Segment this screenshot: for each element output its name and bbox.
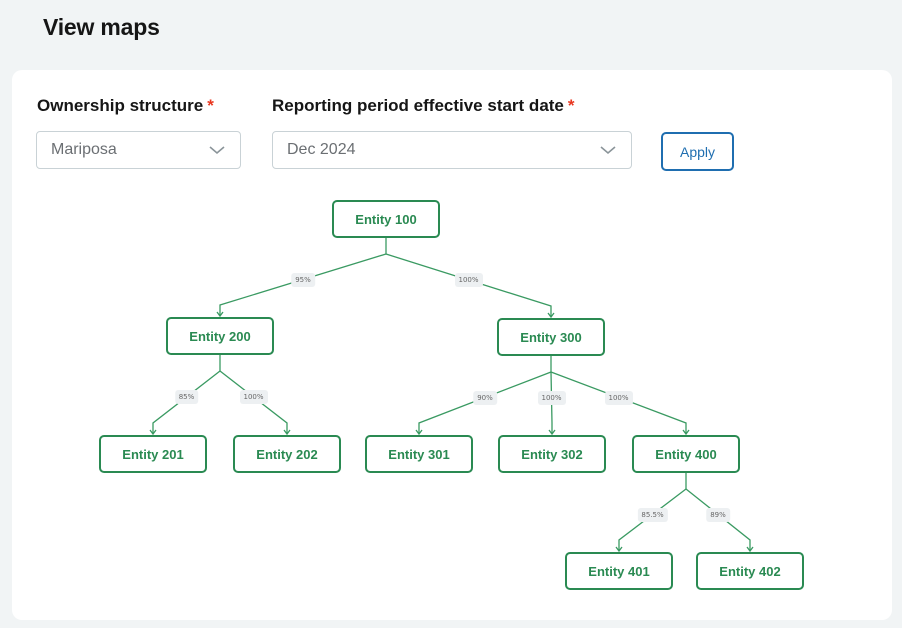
ownership-percentage-label: 100% [454, 273, 483, 287]
apply-button[interactable]: Apply [661, 132, 734, 171]
ownership-percentage-label: 85.5% [637, 507, 668, 522]
ownership-percentage-label: 85% [174, 390, 199, 404]
reporting-period-select[interactable]: Dec 2024 [272, 131, 632, 169]
ownership-percentage-label: 100% [537, 390, 566, 405]
reporting-period-label-text: Reporting period effective start date [272, 96, 564, 115]
entity-node-201[interactable]: Entity 201 [99, 435, 207, 473]
required-asterisk: * [207, 96, 214, 115]
ownership-structure-select[interactable]: Mariposa [36, 131, 241, 169]
entity-node-302[interactable]: Entity 302 [498, 435, 606, 473]
required-asterisk: * [567, 96, 575, 115]
ownership-percentage-label: 100% [239, 390, 268, 404]
chevron-down-icon [600, 146, 616, 155]
entity-node-202[interactable]: Entity 202 [233, 435, 341, 473]
ownership-structure-value: Mariposa [51, 141, 117, 158]
ownership-percentage-label: 90% [473, 390, 497, 405]
ownership-percentage-label: 89% [706, 507, 730, 522]
ownership-percentage-label: 100% [604, 390, 633, 405]
entity-node-100[interactable]: Entity 100 [332, 200, 440, 238]
entity-node-301[interactable]: Entity 301 [365, 435, 473, 473]
entity-node-402[interactable]: Entity 402 [696, 552, 804, 590]
reporting-period-value: Dec 2024 [287, 141, 356, 158]
entity-node-200[interactable]: Entity 200 [166, 317, 274, 355]
entity-node-400[interactable]: Entity 400 [632, 435, 740, 473]
ownership-structure-label-text: Ownership structure [37, 96, 204, 115]
entity-node-401[interactable]: Entity 401 [565, 552, 673, 590]
ownership-structure-label: Ownership structure * [37, 96, 214, 116]
chevron-down-icon [209, 146, 225, 155]
reporting-period-label: Reporting period effective start date * [272, 96, 575, 116]
entity-node-300[interactable]: Entity 300 [497, 318, 605, 356]
page-title: View maps [43, 14, 160, 40]
ownership-percentage-label: 95% [291, 272, 315, 287]
